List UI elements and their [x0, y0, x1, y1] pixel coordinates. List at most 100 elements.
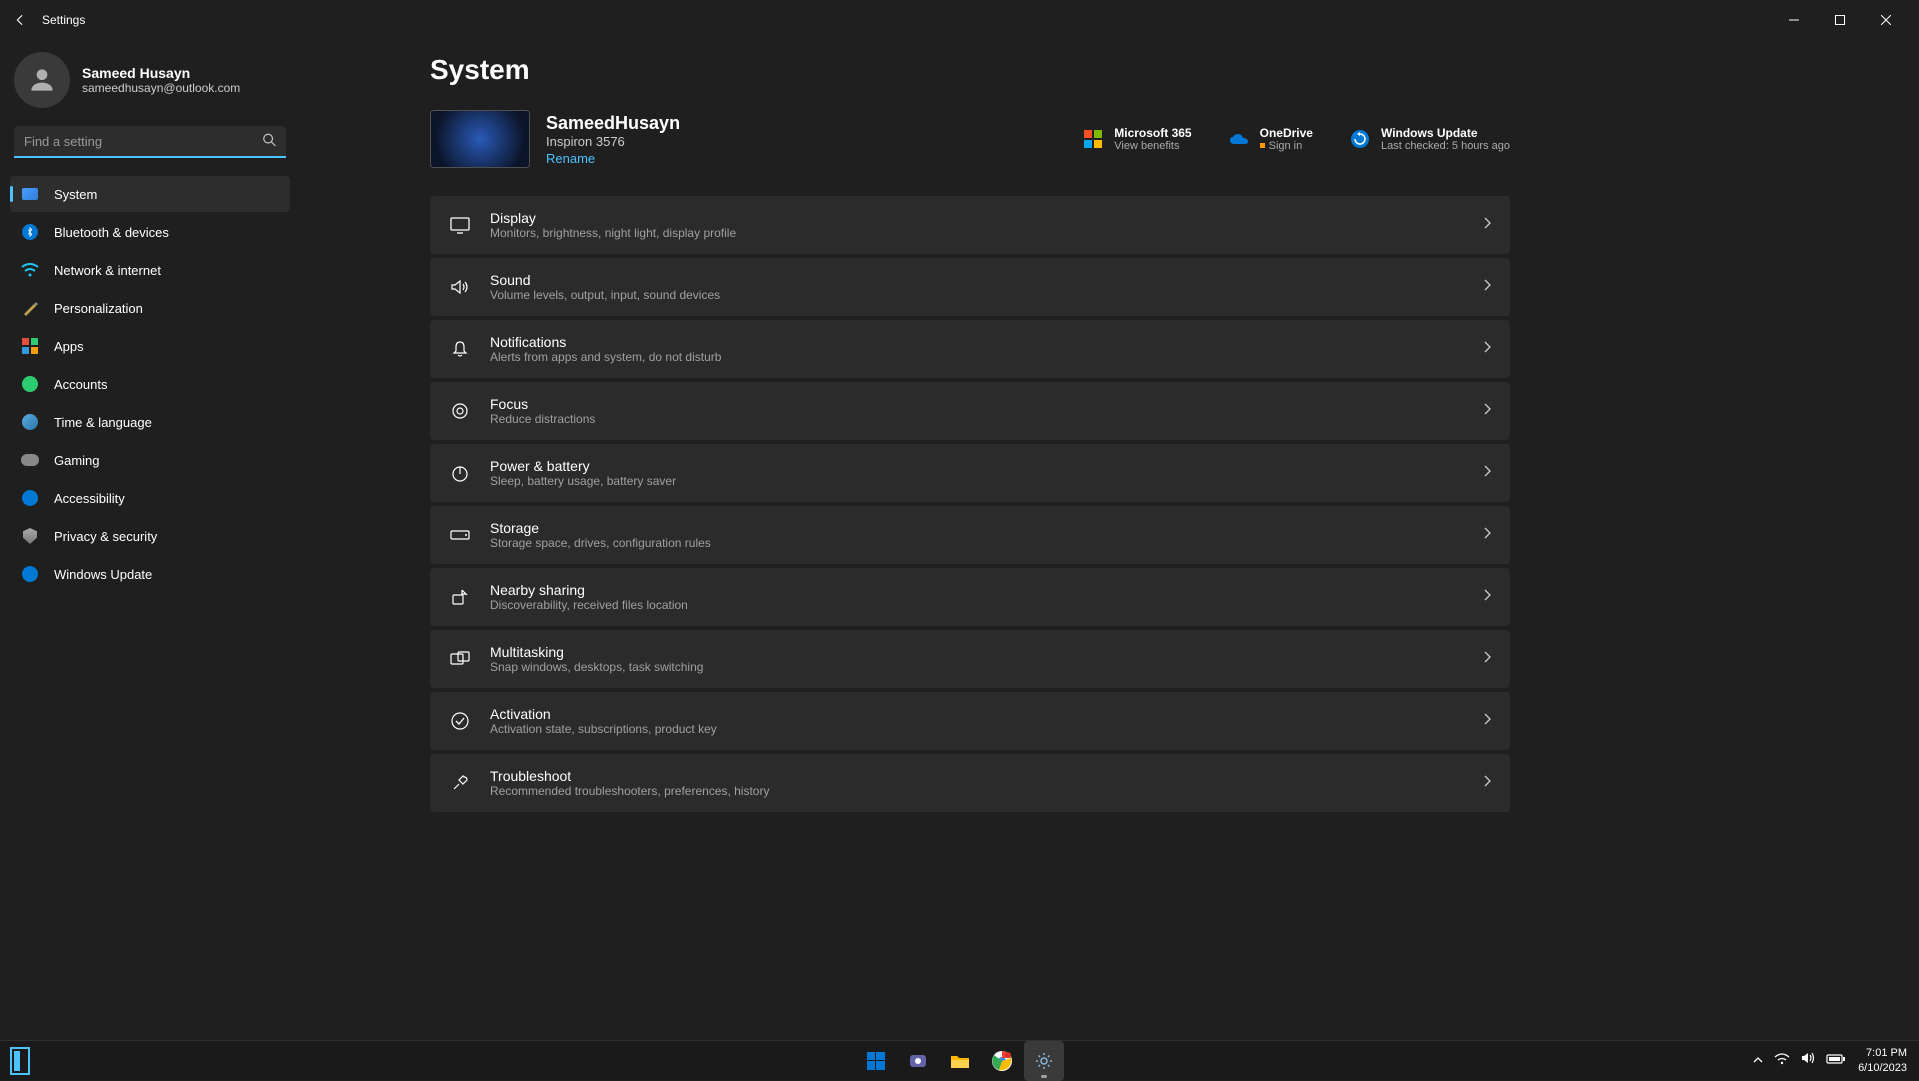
notifications-icon [448, 337, 472, 361]
sidebar-item-label: Gaming [54, 453, 100, 468]
time-icon [20, 412, 40, 432]
windows-update-icon [1349, 128, 1371, 150]
setting-desc: Sleep, battery usage, battery saver [490, 474, 676, 488]
setting-display[interactable]: Display Monitors, brightness, night ligh… [430, 196, 1510, 254]
setting-troubleshoot[interactable]: Troubleshoot Recommended troubleshooters… [430, 754, 1510, 812]
sidebar-item-label: Network & internet [54, 263, 161, 278]
setting-multitasking[interactable]: Multitasking Snap windows, desktops, tas… [430, 630, 1510, 688]
setting-title: Activation [490, 706, 717, 722]
user-section[interactable]: Sameed Husayn sameedhusayn@outlook.com [0, 44, 300, 126]
sidebar-item-system[interactable]: System [10, 176, 290, 212]
setting-title: Focus [490, 396, 595, 412]
taskbar-widgets[interactable] [10, 1047, 30, 1075]
taskbar-explorer[interactable] [940, 1041, 980, 1081]
setting-title: Storage [490, 520, 711, 536]
setting-activation[interactable]: Activation Activation state, subscriptio… [430, 692, 1510, 750]
sidebar-item-label: Time & language [54, 415, 152, 430]
setting-title: Power & battery [490, 458, 676, 474]
setting-desc: Discoverability, received files location [490, 598, 688, 612]
setting-desc: Activation state, subscriptions, product… [490, 722, 717, 736]
start-button[interactable] [856, 1041, 896, 1081]
tray-wifi-icon[interactable] [1774, 1052, 1790, 1070]
focus-icon [448, 399, 472, 423]
tray-chevron-icon[interactable] [1752, 1052, 1764, 1070]
sidebar-item-label: Accessibility [54, 491, 125, 506]
sidebar-item-accessibility[interactable]: Accessibility [10, 480, 290, 516]
personalization-icon [20, 298, 40, 318]
setting-desc: Snap windows, desktops, task switching [490, 660, 703, 674]
activation-icon [448, 709, 472, 733]
sidebar-item-label: Accounts [54, 377, 107, 392]
maximize-button[interactable] [1817, 4, 1863, 36]
taskbar-settings[interactable] [1024, 1041, 1064, 1081]
taskbar-teams[interactable] [898, 1041, 938, 1081]
storage-icon [448, 523, 472, 547]
tray-volume-icon[interactable] [1800, 1051, 1816, 1070]
chevron-right-icon [1482, 774, 1492, 793]
sidebar-item-label: Windows Update [54, 567, 152, 582]
nearby-icon [448, 585, 472, 609]
sidebar-item-gaming[interactable]: Gaming [10, 442, 290, 478]
sidebar-item-update[interactable]: Windows Update [10, 556, 290, 592]
sidebar-item-personalization[interactable]: Personalization [10, 290, 290, 326]
status-title: Windows Update [1381, 126, 1510, 140]
setting-desc: Volume levels, output, input, sound devi… [490, 288, 720, 302]
status-sub: Last checked: 5 hours ago [1381, 140, 1510, 152]
sidebar-item-label: Bluetooth & devices [54, 225, 169, 240]
rename-link[interactable]: Rename [546, 151, 680, 166]
setting-desc: Alerts from apps and system, do not dist… [490, 350, 721, 364]
chevron-right-icon [1482, 712, 1492, 731]
multitasking-icon [448, 647, 472, 671]
windows-update-card[interactable]: Windows Update Last checked: 5 hours ago [1349, 126, 1510, 152]
taskbar-chrome[interactable] [982, 1041, 1022, 1081]
sidebar-item-label: Apps [54, 339, 84, 354]
avatar [14, 52, 70, 108]
sidebar-item-network[interactable]: Network & internet [10, 252, 290, 288]
troubleshoot-icon [448, 771, 472, 795]
search-box [14, 126, 286, 158]
sidebar-item-time[interactable]: Time & language [10, 404, 290, 440]
device-thumbnail[interactable] [430, 110, 530, 168]
setting-title: Troubleshoot [490, 768, 769, 784]
setting-nearby[interactable]: Nearby sharing Discoverability, received… [430, 568, 1510, 626]
tray-battery-icon[interactable] [1826, 1052, 1846, 1070]
microsoft-365-card[interactable]: Microsoft 365 View benefits [1082, 126, 1191, 152]
sidebar-item-accounts[interactable]: Accounts [10, 366, 290, 402]
close-button[interactable] [1863, 4, 1909, 36]
setting-desc: Recommended troubleshooters, preferences… [490, 784, 769, 798]
system-icon [20, 184, 40, 204]
taskbar: 7:01 PM 6/10/2023 [0, 1040, 1919, 1080]
accounts-icon [20, 374, 40, 394]
chevron-right-icon [1482, 278, 1492, 297]
setting-title: Notifications [490, 334, 721, 350]
search-input[interactable] [14, 126, 286, 158]
setting-notifications[interactable]: Notifications Alerts from apps and syste… [430, 320, 1510, 378]
device-name: SameedHusayn [546, 113, 680, 134]
minimize-button[interactable] [1771, 4, 1817, 36]
user-email: sameedhusayn@outlook.com [82, 81, 240, 95]
app-title: Settings [42, 13, 85, 27]
setting-title: Display [490, 210, 736, 226]
network-icon [20, 260, 40, 280]
accessibility-icon [20, 488, 40, 508]
device-model: Inspiron 3576 [546, 134, 680, 149]
setting-storage[interactable]: Storage Storage space, drives, configura… [430, 506, 1510, 564]
setting-desc: Storage space, drives, configuration rul… [490, 536, 711, 550]
setting-sound[interactable]: Sound Volume levels, output, input, soun… [430, 258, 1510, 316]
status-sub: Sign in [1260, 140, 1313, 152]
taskbar-clock[interactable]: 7:01 PM 6/10/2023 [1858, 1046, 1907, 1075]
sidebar-item-apps[interactable]: Apps [10, 328, 290, 364]
back-button[interactable] [10, 10, 30, 30]
setting-power[interactable]: Power & battery Sleep, battery usage, ba… [430, 444, 1510, 502]
sidebar-item-privacy[interactable]: Privacy & security [10, 518, 290, 554]
sidebar-item-bluetooth[interactable]: Bluetooth & devices [10, 214, 290, 250]
user-name: Sameed Husayn [82, 65, 240, 81]
search-icon [262, 133, 276, 152]
onedrive-icon [1228, 128, 1250, 150]
onedrive-card[interactable]: OneDrive Sign in [1228, 126, 1313, 152]
chevron-right-icon [1482, 402, 1492, 421]
chevron-right-icon [1482, 464, 1492, 483]
status-title: OneDrive [1260, 126, 1313, 140]
setting-focus[interactable]: Focus Reduce distractions [430, 382, 1510, 440]
sidebar-item-label: Privacy & security [54, 529, 157, 544]
